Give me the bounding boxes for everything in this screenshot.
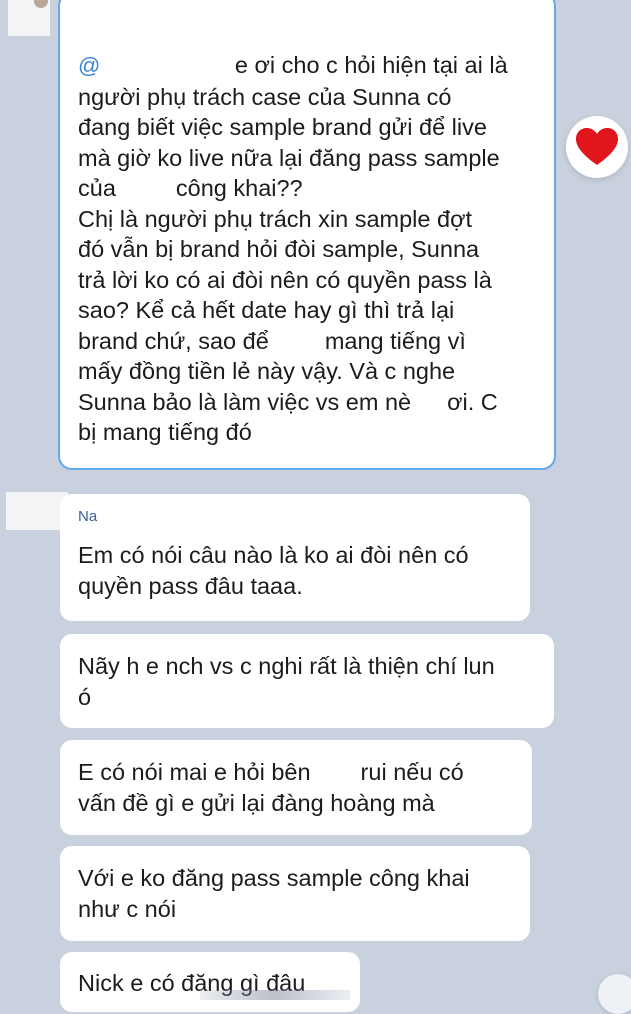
message-line: người phụ trách case của Sunna có — [78, 83, 452, 110]
message-line: @ e ơi cho c hỏi hiện tại ai là — [78, 52, 508, 80]
message-line: mấy đồng tiền lẻ này vậy. Và c nghe — [78, 358, 456, 384]
redacted-text — [251, 420, 292, 447]
message-line: của công khai?? — [78, 175, 303, 203]
message-line: Em có nói câu nào là ko ai đòi nên có — [78, 542, 469, 568]
message-line: ó — [78, 683, 92, 710]
message-line: mà giờ ko live nữa lại đăng pass sample — [78, 144, 500, 171]
message-line: Chị là người phụ trách xin sample đợt — [78, 205, 473, 232]
sender-name: Na — [78, 508, 98, 525]
message-line: sao? Kể cả hết date hay gì thì trả lại — [78, 297, 455, 323]
redacted-name — [268, 329, 325, 356]
message-bubble[interactable]: Nãy h e nch vs c nghi rất là thiện chí l… — [60, 634, 554, 728]
message-line: Với e ko đăng pass sample công khai — [78, 865, 470, 891]
message-bubble[interactable]: Với e ko đăng pass sample công khai như … — [60, 846, 530, 941]
message-line: brand chứ, sao để mang tiếng vì — [78, 327, 466, 356]
message-line: trả lời ko có ai đòi nên có quyền pass l… — [78, 266, 492, 293]
heart-icon — [576, 128, 618, 165]
message-line: Nãy h e nch vs c nghi rất là thiện chí l… — [78, 653, 495, 679]
heart-reaction[interactable] — [566, 116, 628, 178]
redacted-name — [115, 176, 176, 203]
redacted-name — [310, 760, 361, 787]
blurred-strip — [200, 990, 350, 1000]
sender-avatar[interactable] — [6, 492, 68, 530]
message-line: đang biết việc sample brand gửi để live — [78, 114, 487, 140]
highlighted-message-bubble[interactable]: @ e ơi cho c hỏi hiện tại ai là người ph… — [58, 0, 556, 470]
message-line: Sunna bảo là làm việc vs em nè ơi. C — [78, 388, 498, 417]
message-bubble[interactable]: Na Em có nói câu nào là ko ai đòi nên có… — [60, 494, 530, 621]
message-bubble[interactable]: E có nói mai e hỏi bên rui nếu có vấn đề … — [60, 740, 532, 835]
redacted-name — [411, 390, 448, 417]
mention-tag[interactable]: @ — [78, 52, 229, 80]
message-line: quyền pass đâu taaa. — [78, 572, 303, 599]
message-bubble[interactable]: Nick e có đăng gì đâu — [60, 952, 360, 1012]
avatar-photo-fragment — [34, 0, 48, 8]
message-line: đó vẫn bị brand hỏi đòi sample, Sunna — [78, 236, 480, 262]
scroll-down-button[interactable] — [598, 974, 631, 1014]
message-line: vấn đề gì e gửi lại đàng hoàng mà — [78, 789, 435, 816]
message-line: E có nói mai e hỏi bên rui nếu có — [78, 759, 464, 787]
sender-avatar[interactable] — [8, 0, 50, 36]
redacted-name — [100, 53, 229, 80]
message-line: như c nói — [78, 895, 177, 922]
message-line: bị mang tiếng đó — [78, 417, 540, 448]
